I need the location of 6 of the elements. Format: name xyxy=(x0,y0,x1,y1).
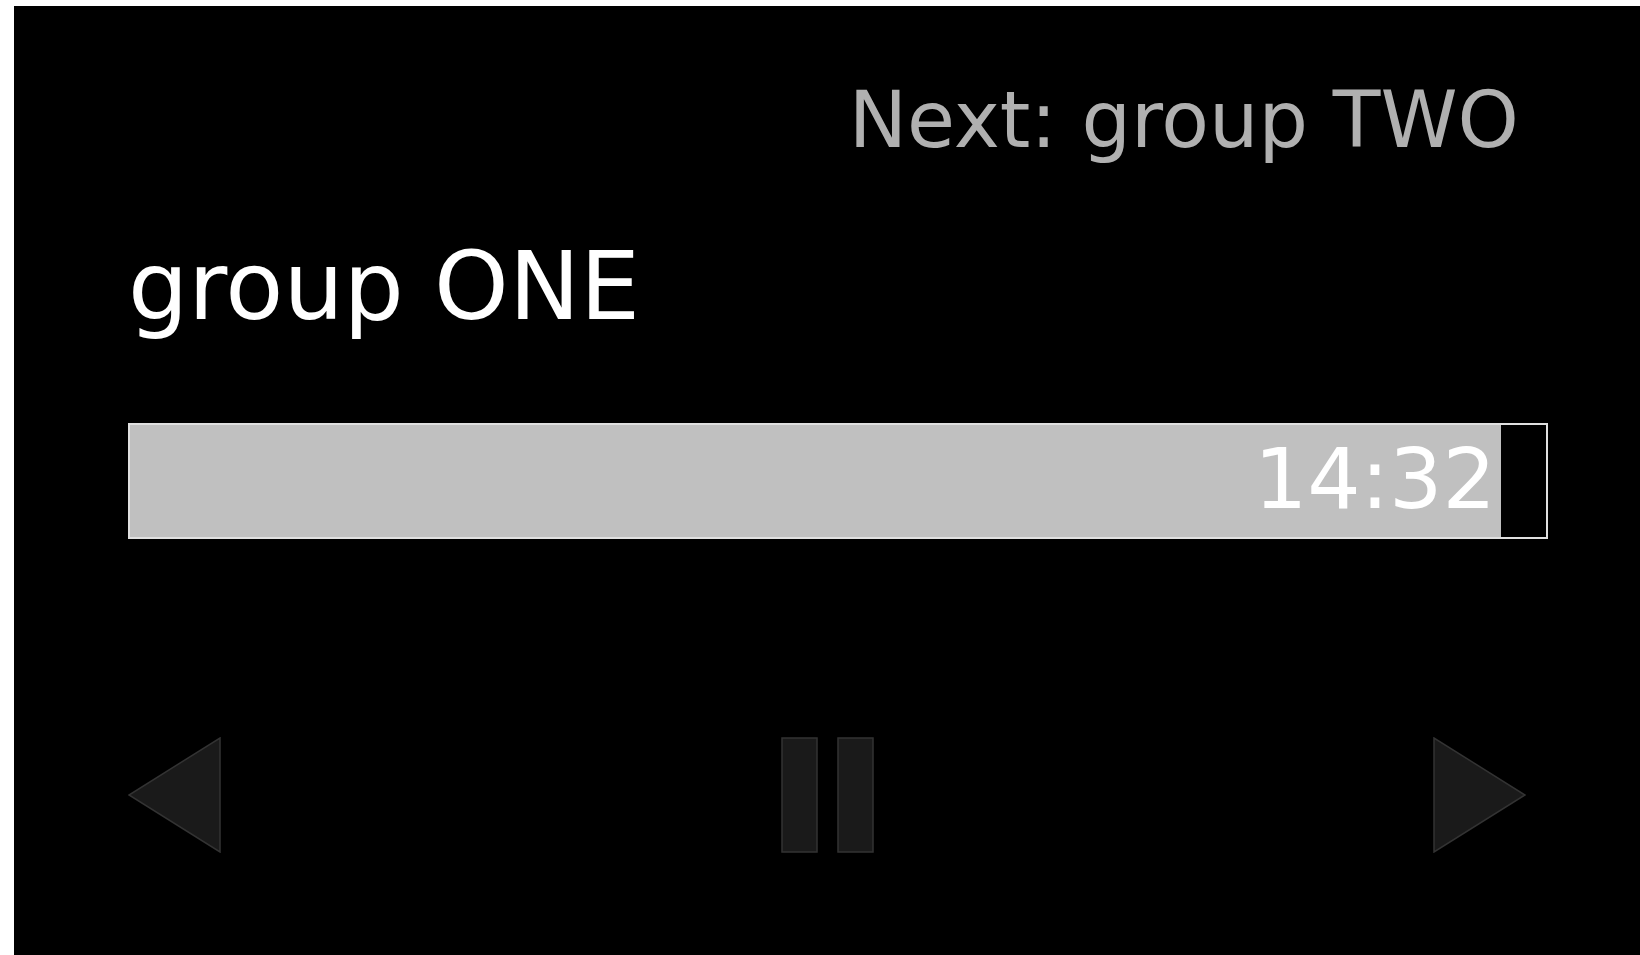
time-remaining: 14:32 xyxy=(1253,437,1496,522)
current-title: group ONE xyxy=(128,229,640,343)
next-up-label: Next: group TWO xyxy=(848,74,1519,167)
pause-button[interactable] xyxy=(780,737,874,854)
previous-button[interactable] xyxy=(128,737,221,854)
next-button[interactable] xyxy=(1433,737,1526,854)
